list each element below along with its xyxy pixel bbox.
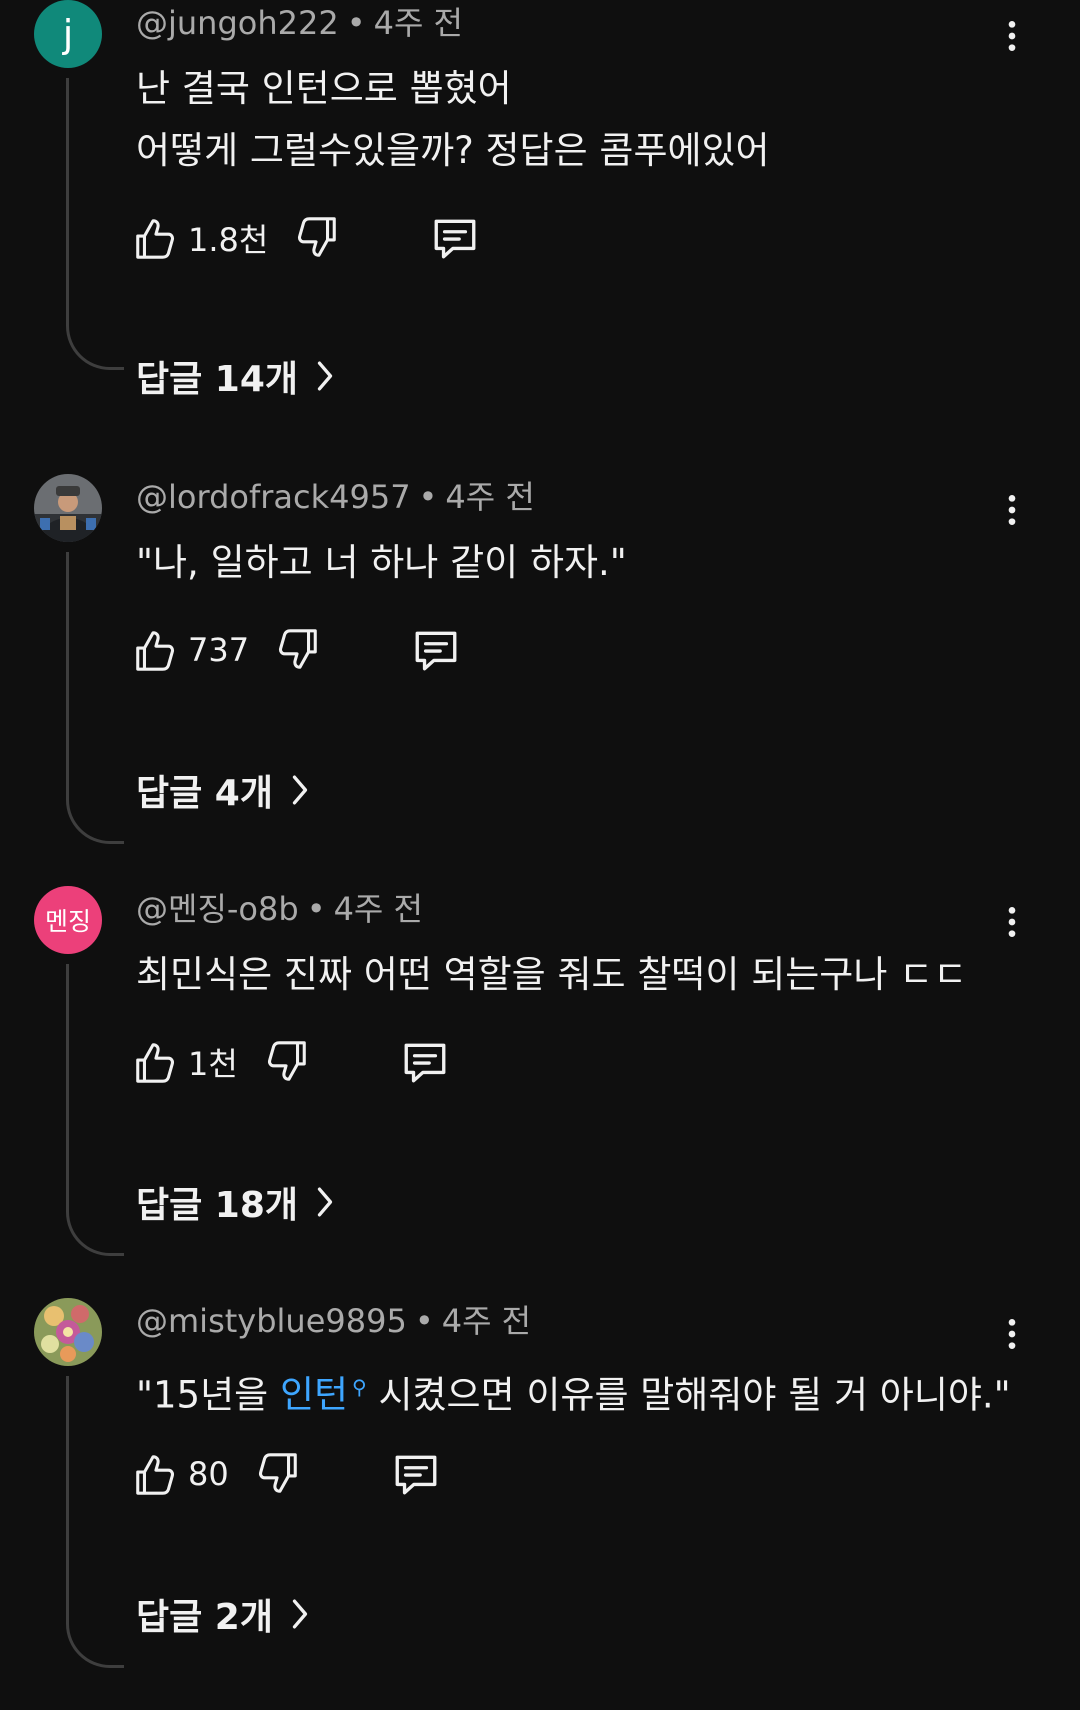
like-count: 1.8천 xyxy=(188,221,269,259)
comment-actions: 737 xyxy=(132,622,461,678)
thumbs-down-icon xyxy=(294,215,340,261)
avatar[interactable] xyxy=(34,1298,102,1366)
chevron-right-icon xyxy=(289,773,311,807)
comment-actions: 1.8천 xyxy=(132,210,480,266)
reply-button[interactable] xyxy=(400,1037,450,1087)
comment-item: @mistyblue9895 • 4주 전 "15년을 인턴 ⚲ 시켰으면 이유를 말… xyxy=(0,1298,1080,1710)
search-icon: ⚲ xyxy=(352,1375,367,1399)
author-name[interactable]: @mistyblue9895 xyxy=(136,1302,407,1340)
comment-item: @lordofrack4957 • 4주 전 "나, 일하고 너 하나 같이 하자.… xyxy=(0,474,1080,886)
thread-line xyxy=(66,552,124,844)
flower-photo-avatar xyxy=(34,1298,102,1366)
comment-line: "나, 일하고 너 하나 같이 하자." xyxy=(136,541,627,584)
thread-line xyxy=(66,1376,124,1668)
comment-time: 4주 전 xyxy=(373,4,463,42)
thumbs-down-icon xyxy=(264,1039,310,1085)
comment-text-after: 시켰으면 이유를 말해줘야 될 거 아니야." xyxy=(366,1373,1011,1417)
thumbs-down-icon xyxy=(275,627,321,673)
more-vertical-icon xyxy=(1002,902,1022,942)
like-button[interactable]: 1천 xyxy=(132,1039,238,1085)
more-options-button[interactable] xyxy=(988,12,1036,60)
reply-button[interactable] xyxy=(411,625,461,675)
chevron-right-icon xyxy=(314,359,336,393)
comment-meta: @lordofrack4957 • 4주 전 xyxy=(136,478,535,516)
avatar[interactable] xyxy=(34,474,102,542)
like-button[interactable]: 737 xyxy=(132,627,249,673)
author-name[interactable]: @jungoh222 xyxy=(136,4,339,42)
search-link[interactable]: 인턴 ⚲ xyxy=(280,1373,367,1416)
comment-text: "나, 일하고 너 하나 같이 하자." xyxy=(136,532,1036,594)
avatar-text: 멘징 xyxy=(44,907,91,936)
comment-item: j @jungoh222 • 4주 전 난 결국 인턴으로 뽑혔어 어떻게 그럴수있… xyxy=(0,0,1080,412)
reply-button[interactable] xyxy=(391,1449,441,1499)
comment-icon xyxy=(400,1037,450,1087)
more-options-button[interactable] xyxy=(988,898,1036,946)
like-count: 737 xyxy=(188,631,250,669)
comment-actions: 80 xyxy=(132,1446,441,1502)
thumbs-up-icon xyxy=(132,215,178,261)
view-replies-button[interactable]: 답글 4개 xyxy=(136,764,311,816)
comment-text: "15년을 인턴 ⚲ 시켰으면 이유를 말해줘야 될 거 아니야." xyxy=(136,1356,1036,1426)
comment-text: 난 결국 인턴으로 뽑혔어 어떻게 그럴수있을까? 정답은 콤푸에있어 xyxy=(136,58,1036,182)
dislike-button[interactable] xyxy=(294,215,340,261)
comment-line: 어떻게 그럴수있을까? 정답은 콤푸에있어 xyxy=(136,129,770,172)
dislike-button[interactable] xyxy=(264,1039,310,1085)
replies-label: 답글 4개 xyxy=(136,773,273,814)
more-options-button[interactable] xyxy=(988,486,1036,534)
comment-line: 최민식은 진짜 어떤 역할을 줘도 찰떡이 되는구나 ㄷㄷ xyxy=(136,953,968,996)
replies-label: 답글 18개 xyxy=(136,1185,298,1226)
thumbs-up-icon xyxy=(132,627,178,673)
more-vertical-icon xyxy=(1002,1314,1022,1354)
author-name[interactable]: @멘징-o8b xyxy=(136,890,299,928)
author-name[interactable]: @lordofrack4957 xyxy=(136,478,411,516)
comment-text: 최민식은 진짜 어떤 역할을 줘도 찰떡이 되는구나 ㄷㄷ xyxy=(136,944,1036,1006)
avatar[interactable]: 멘징 xyxy=(34,886,102,954)
chevron-right-icon xyxy=(289,1597,311,1631)
comment-text-before: "15년을 xyxy=(136,1373,280,1417)
reply-button[interactable] xyxy=(430,213,480,263)
like-count: 1천 xyxy=(188,1045,238,1083)
comment-line: "15년을 인턴 ⚲ 시켰으면 이유를 말해줘야 될 거 아니야." xyxy=(136,1356,1036,1426)
like-button[interactable]: 1.8천 xyxy=(132,215,268,261)
like-count: 80 xyxy=(188,1455,229,1493)
person-photo-avatar xyxy=(34,474,102,542)
dislike-button[interactable] xyxy=(255,1451,301,1497)
view-replies-button[interactable]: 답글 14개 xyxy=(136,350,336,402)
thumbs-up-icon xyxy=(132,1039,178,1085)
comment-icon xyxy=(391,1449,441,1499)
comment-time: 4주 전 xyxy=(445,478,535,516)
comment-meta: @mistyblue9895 • 4주 전 xyxy=(136,1302,532,1340)
replies-label: 답글 2개 xyxy=(136,1597,273,1638)
view-replies-button[interactable]: 답글 2개 xyxy=(136,1588,311,1640)
comment-meta: @jungoh222 • 4주 전 xyxy=(136,4,463,42)
thread-line xyxy=(66,964,124,1256)
replies-label: 답글 14개 xyxy=(136,359,298,400)
comment-item: 멘징 @멘징-o8b • 4주 전 최민식은 진짜 어떤 역할을 줘도 찰떡이 되는… xyxy=(0,886,1080,1298)
dislike-button[interactable] xyxy=(275,627,321,673)
like-button[interactable]: 80 xyxy=(132,1451,229,1497)
more-vertical-icon xyxy=(1002,16,1022,56)
chevron-right-icon xyxy=(314,1185,336,1219)
more-options-button[interactable] xyxy=(988,1310,1036,1358)
avatar-letter: j xyxy=(62,12,74,56)
thumbs-down-icon xyxy=(255,1451,301,1497)
more-vertical-icon xyxy=(1002,490,1022,530)
thumbs-up-icon xyxy=(132,1451,178,1497)
comment-time: 4주 전 xyxy=(333,890,423,928)
comment-line: 난 결국 인턴으로 뽑혔어 xyxy=(136,67,512,110)
comment-time: 4주 전 xyxy=(441,1302,532,1340)
comment-icon xyxy=(430,213,480,263)
view-replies-button[interactable]: 답글 18개 xyxy=(136,1176,336,1228)
search-link-text: 인턴 xyxy=(279,1373,349,1417)
avatar[interactable]: j xyxy=(34,0,102,68)
comment-meta: @멘징-o8b • 4주 전 xyxy=(136,890,423,928)
thread-line xyxy=(66,78,124,370)
comment-icon xyxy=(411,625,461,675)
comment-actions: 1천 xyxy=(132,1034,450,1090)
